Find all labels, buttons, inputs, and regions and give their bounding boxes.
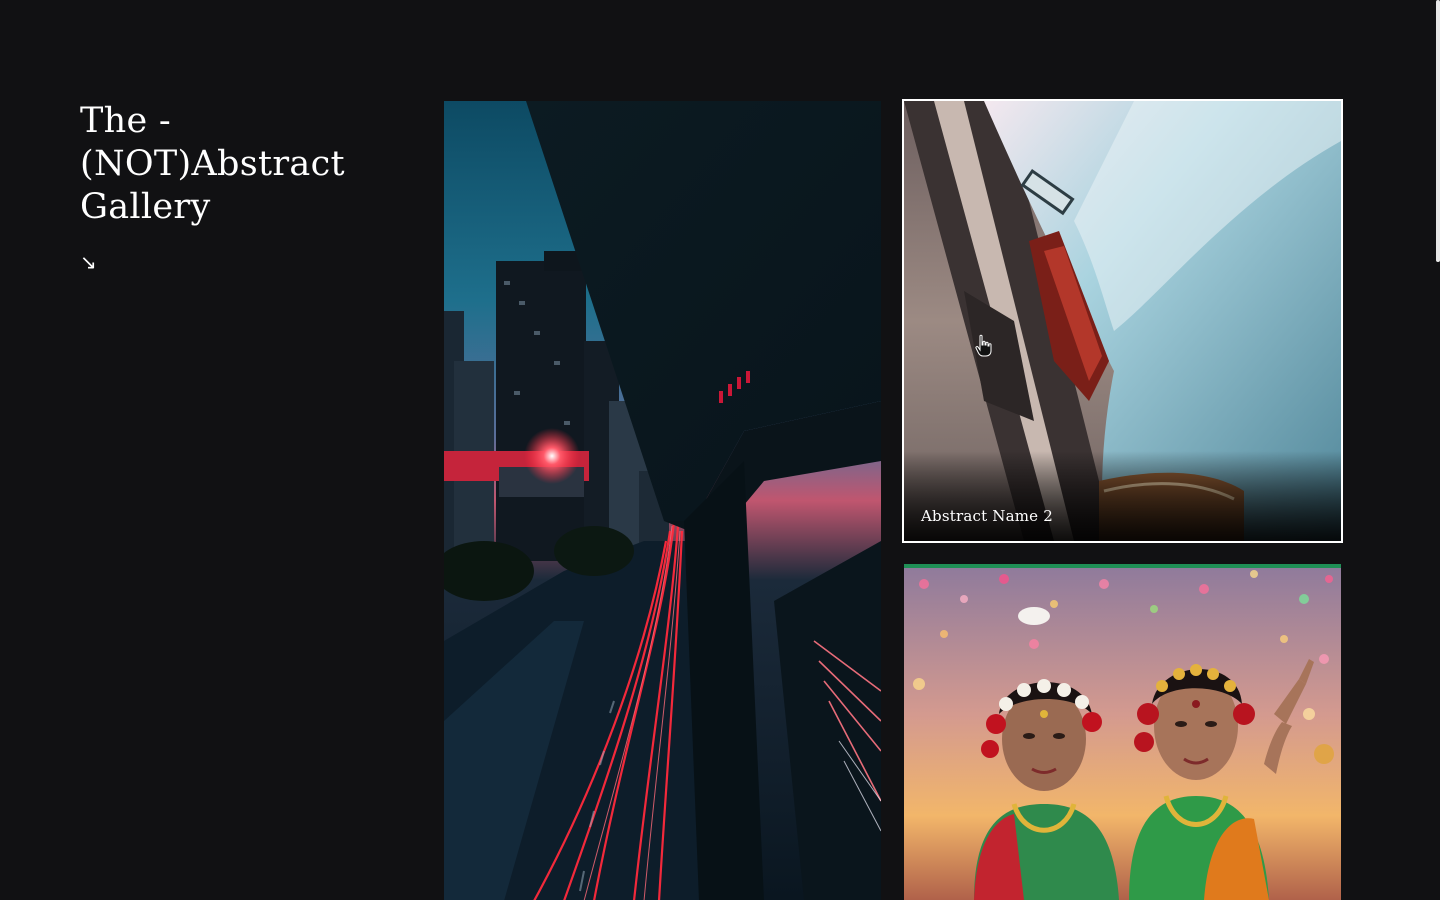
- dancers-festival-image: [904, 564, 1341, 900]
- title-line-2: (NOT)Abstract: [80, 144, 345, 184]
- gallery-title: The - (NOT)Abstract Gallery: [80, 100, 400, 229]
- title-line-1: The -: [80, 101, 172, 141]
- gallery-item-2-caption: Abstract Name 2: [921, 507, 1053, 525]
- city-night-light-trails-image: [444, 101, 881, 900]
- gallery-item-1[interactable]: [444, 101, 881, 900]
- scroll-down-arrow-icon[interactable]: ↘: [80, 250, 97, 274]
- gallery-item-2[interactable]: Abstract Name 2: [902, 99, 1343, 543]
- scrollbar-thumb[interactable]: [1436, 0, 1440, 262]
- caption-overlay: [904, 451, 1341, 541]
- gallery-item-3[interactable]: [904, 564, 1341, 900]
- title-line-3: Gallery: [80, 187, 211, 227]
